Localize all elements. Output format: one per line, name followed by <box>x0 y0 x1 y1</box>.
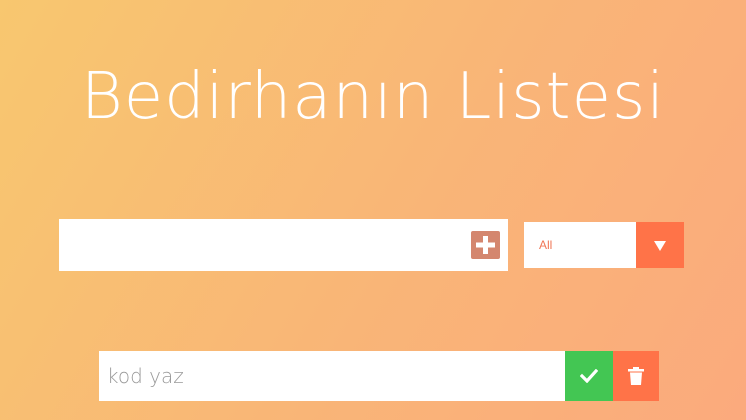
todo-item: kod yaz <box>99 351 659 401</box>
delete-button[interactable] <box>613 351 659 401</box>
trash-icon <box>628 367 644 385</box>
filter-dropdown-button[interactable] <box>636 222 684 268</box>
todo-text: kod yaz <box>99 351 565 401</box>
add-todo-button[interactable] <box>471 231 500 259</box>
filter-select[interactable]: All <box>524 222 684 268</box>
page-title: Bedirhanın Listesi <box>80 59 666 134</box>
todo-form <box>59 219 508 271</box>
todo-input[interactable] <box>59 219 459 271</box>
caret-down-icon <box>654 241 666 251</box>
filter-selected-value[interactable]: All <box>524 222 636 268</box>
check-icon <box>580 369 598 383</box>
plus-square-icon <box>476 236 495 254</box>
complete-button[interactable] <box>565 351 613 401</box>
